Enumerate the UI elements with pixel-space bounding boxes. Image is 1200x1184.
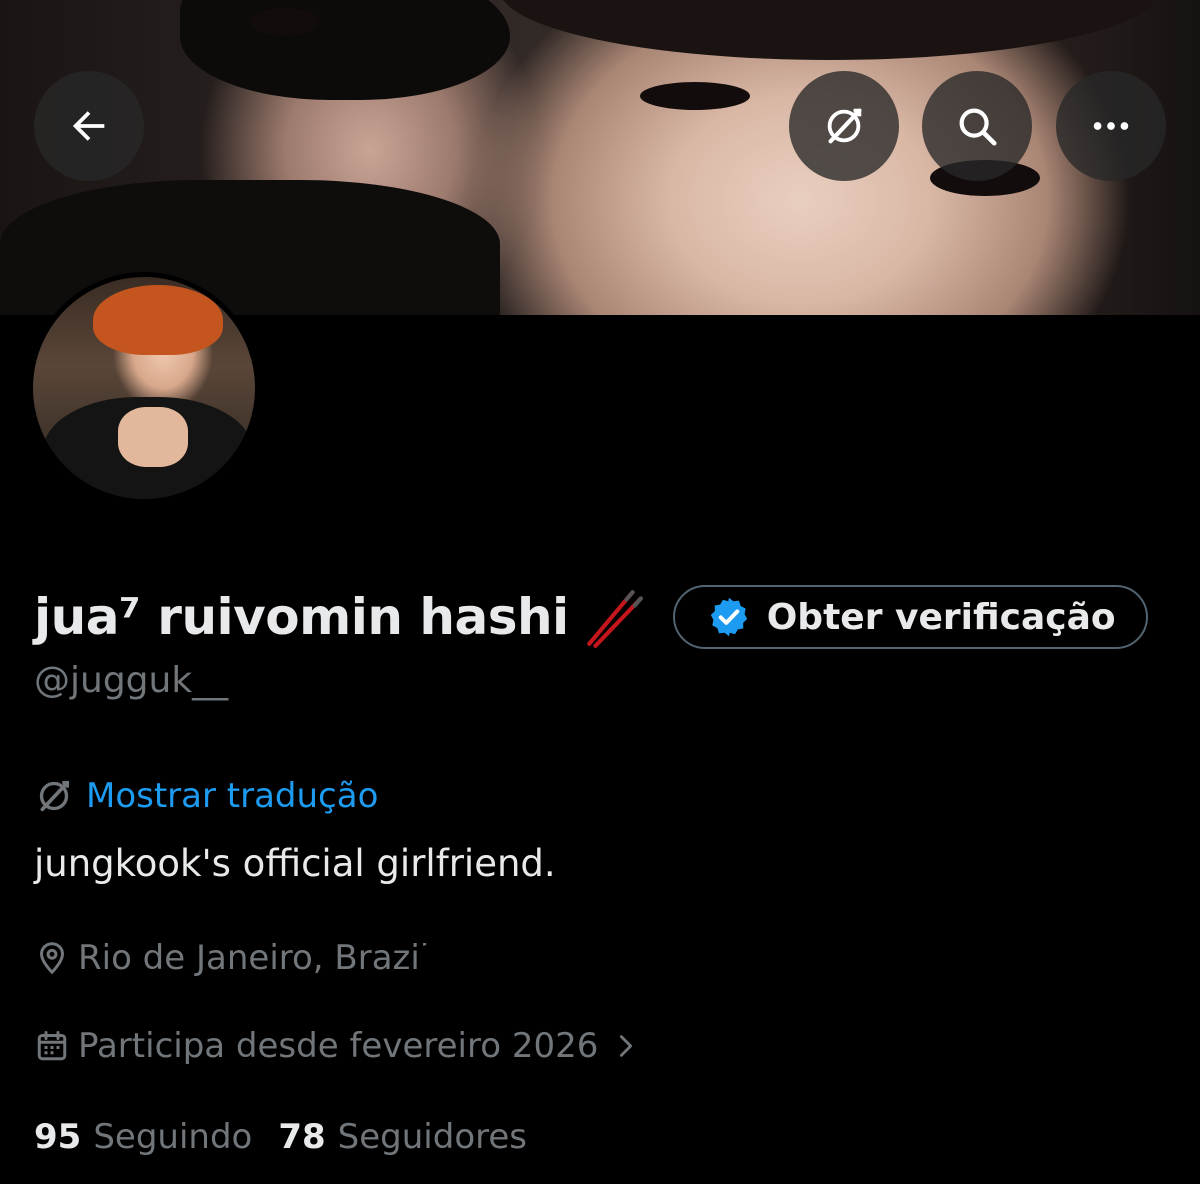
display-name: jua⁷ ruivomin hashi	[34, 588, 569, 646]
translate-globe-icon	[39, 780, 70, 812]
name-row: jua⁷ ruivomin hashi Obter verificação	[34, 582, 1148, 652]
show-translation-link[interactable]: Mostrar tradução	[86, 776, 378, 816]
search-button[interactable]	[922, 71, 1032, 181]
arrow-left-icon	[72, 111, 105, 141]
location-pin-icon	[39, 942, 65, 975]
follow-stats: 95 Seguindo 78 Seguidores	[34, 1112, 553, 1162]
more-horizontal-icon	[1093, 122, 1129, 130]
back-button[interactable]	[34, 71, 144, 181]
chevron-right-icon	[620, 1035, 633, 1057]
calendar-icon	[37, 1031, 67, 1061]
get-verified-button[interactable]: Obter verificação	[672, 585, 1148, 649]
location-row: Rio de Janeiro, Brazil	[34, 934, 429, 982]
show-translation-row[interactable]: Mostrar tradução	[34, 772, 378, 820]
profile-page: jua⁷ ruivomin hashi Obter verificação @j…	[0, 0, 1200, 1184]
followers-link[interactable]: 78 Seguidores	[278, 1117, 527, 1157]
location-text: Rio de Janeiro, Brazil	[78, 938, 430, 978]
joined-date-row[interactable]: Participa desde fevereiro 2026	[34, 1022, 648, 1070]
translate-globe-icon	[827, 108, 862, 144]
get-verified-label: Obter verificação	[766, 596, 1116, 638]
followers-label: Seguidores	[337, 1117, 527, 1157]
verified-badge-icon	[710, 597, 747, 637]
avatar-photo	[33, 277, 255, 499]
joined-date-text: Participa desde fevereiro 2026	[78, 1026, 599, 1066]
chopsticks-emoji-icon	[586, 590, 643, 648]
more-options-button[interactable]	[1056, 71, 1166, 181]
followers-count: 78	[278, 1117, 326, 1157]
profile-bio: jungkook's official girlfriend.	[34, 842, 556, 885]
following-link[interactable]: 95 Seguindo	[34, 1117, 252, 1157]
redaction-scribble	[420, 898, 952, 1038]
following-count: 95	[34, 1117, 82, 1157]
following-label: Seguindo	[93, 1117, 253, 1157]
profile-avatar[interactable]	[28, 272, 260, 504]
translate-button[interactable]	[789, 71, 899, 181]
user-handle: @jugguk__	[34, 660, 229, 701]
search-icon	[959, 108, 997, 146]
